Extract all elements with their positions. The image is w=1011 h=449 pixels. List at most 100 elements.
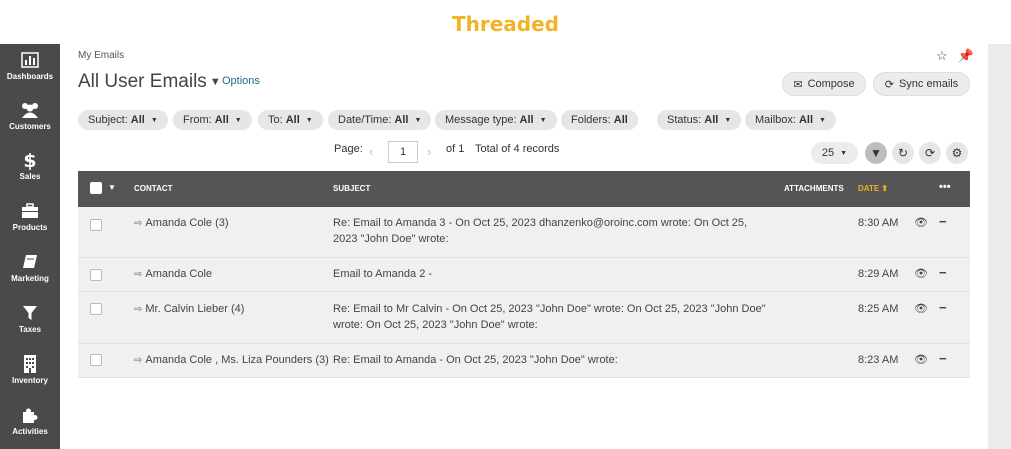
row-contact: ⇨ Amanda Cole (3) (134, 217, 229, 229)
filter-icon (23, 306, 37, 320)
refresh-icon: ↻ (897, 146, 909, 160)
row-time: 8:29 AM (858, 268, 899, 280)
refresh-button[interactable]: ↻ (892, 142, 914, 164)
eye-icon[interactable]: 👁 (914, 302, 928, 315)
row-subject: Re: Email to Mr Calvin - On Oct 25, 2023… (333, 303, 766, 331)
sidebar-item-label: Products (12, 223, 48, 232)
column-contact[interactable]: CONTACT (134, 184, 173, 193)
minus-icon[interactable]: − (939, 265, 947, 280)
filter-toggle-button[interactable]: ▼ (865, 142, 887, 164)
filter-folders[interactable]: Folders: All (561, 110, 638, 130)
per-page-select[interactable]: 25 ▼ (811, 142, 858, 164)
caret-down-icon: ▼ (150, 116, 158, 124)
row-checkbox[interactable] (90, 354, 102, 366)
filter-to[interactable]: To: All ▼ (258, 110, 323, 130)
sidebar-item-label: Inventory (11, 376, 48, 385)
more-options-icon[interactable]: ••• (939, 181, 951, 193)
sidebar-item-label: Sales (19, 172, 41, 181)
filter-status[interactable]: Status: All ▼ (657, 110, 742, 130)
row-contact: ⇨ Amanda Cole (134, 268, 213, 280)
sync-label: Sync emails (898, 78, 959, 90)
options-link[interactable]: Options (222, 75, 260, 87)
caret-down-icon: ▼ (819, 116, 826, 124)
row-checkbox[interactable] (90, 269, 102, 281)
caret-down-icon: ▼ (305, 116, 313, 124)
bar-chart-icon (21, 52, 39, 68)
row-subject: Re: Email to Amanda - On Oct 25, 2023 "J… (333, 354, 618, 366)
caret-down-icon: ▼ (414, 116, 422, 124)
header-title: Threaded (451, 12, 559, 36)
envelope-icon: ✉ (793, 78, 803, 91)
sort-arrow-icon: ⬆ (881, 184, 889, 193)
chevron-left-icon[interactable]: ‹ (369, 144, 373, 159)
page-title[interactable]: All User Emails ▼ (78, 71, 221, 93)
sync-icon: ⟳ (884, 78, 894, 91)
sidebar-item-label: Marketing (11, 274, 49, 283)
sync-emails-button[interactable]: ⟳ Sync emails (873, 72, 970, 96)
sidebar-item-customers[interactable]: Customers (0, 100, 60, 131)
breadcrumb[interactable]: My Emails (78, 50, 124, 61)
pin-icon[interactable]: 📌 (958, 48, 974, 63)
page-actions: ☆ 📌 (936, 48, 984, 64)
column-attachments[interactable]: ATTACHMENTS (784, 184, 844, 193)
sidebar-item-taxes[interactable]: Taxes (0, 303, 60, 334)
caret-down-icon: ▼ (724, 116, 732, 124)
caret-down-icon: ▼ (539, 116, 547, 124)
row-time: 8:23 AM (858, 354, 899, 366)
scroll-strip (988, 44, 1011, 449)
pager-label: Page: (334, 143, 363, 155)
sidebar-item-inventory[interactable]: Inventory (0, 354, 60, 385)
row-checkbox[interactable] (90, 303, 102, 315)
row-checkbox[interactable] (90, 219, 102, 231)
book-icon (23, 255, 37, 268)
table-row[interactable]: ⇨ Amanda Cole (3) Re: Email to Amanda 3 -… (78, 207, 970, 258)
puzzle-icon (23, 408, 38, 423)
minus-icon[interactable]: − (939, 351, 947, 366)
chevron-right-icon[interactable]: › (427, 144, 431, 159)
dollar-icon: $ (23, 150, 36, 170)
row-time: 8:30 AM (858, 217, 899, 229)
eye-icon[interactable]: 👁 (914, 353, 928, 366)
table-row[interactable]: ⇨ Amanda Cole Email to Amanda 2 - 8:29 AM… (78, 258, 970, 292)
column-subject[interactable]: SUBJECT (333, 184, 370, 193)
star-icon[interactable]: ☆ (936, 48, 948, 63)
eye-icon[interactable]: 👁 (914, 267, 928, 280)
sidebar-item-activities[interactable]: Activities (0, 405, 60, 436)
sidebar-item-products[interactable]: Products (0, 201, 60, 232)
page-number-input[interactable]: 1 (388, 141, 418, 163)
sidebar-item-marketing[interactable]: Marketing (0, 252, 60, 283)
table-row[interactable]: ⇨ Amanda Cole , Ms. Liza Pounders (3) Re:… (78, 344, 970, 378)
row-contact: ⇨ Amanda Cole , Ms. Liza Pounders (3) (134, 354, 329, 366)
sidebar-item-sales[interactable]: $ Sales (0, 150, 60, 181)
eye-icon[interactable]: 👁 (914, 216, 928, 229)
building-icon (24, 355, 36, 373)
page-title-text: All User Emails (78, 71, 207, 92)
sidebar-item-label: Activities (12, 427, 48, 436)
svg-text:$: $ (23, 150, 36, 170)
minus-icon[interactable]: − (939, 214, 947, 229)
caret-down-icon[interactable]: ▼ (108, 183, 116, 192)
filter-from[interactable]: From: All ▼ (173, 110, 252, 130)
filter-message-type[interactable]: Message type: All ▼ (435, 110, 557, 130)
row-contact: ⇨ Mr. Calvin Lieber (4) (134, 303, 245, 315)
reset-button[interactable]: ⟳ (919, 142, 941, 164)
select-all-checkbox[interactable] (90, 182, 102, 194)
filter-mailbox[interactable]: Mailbox: All ▼ (745, 110, 836, 130)
sync-icon: ⟳ (924, 146, 936, 160)
reply-icon: ⇨ (134, 355, 143, 366)
row-subject: Email to Amanda 2 - (333, 268, 433, 280)
gear-icon: ⚙ (951, 146, 963, 160)
sidebar-item-dashboards[interactable]: Dashboards (0, 50, 60, 81)
pager-of: of 1 (446, 143, 465, 155)
minus-icon[interactable]: − (939, 300, 947, 315)
grid-header: ▼ CONTACT SUBJECT ATTACHMENTS DATE ⬆ ••• (78, 171, 970, 207)
filter-datetime[interactable]: Date/Time: All ▼ (328, 110, 432, 130)
reply-icon: ⇨ (134, 269, 143, 280)
grid-settings-button[interactable]: ⚙ (946, 142, 968, 164)
column-date[interactable]: DATE ⬆ (858, 184, 888, 193)
table-row[interactable]: ⇨ Mr. Calvin Lieber (4) Re: Email to Mr C… (78, 292, 970, 344)
filter-subject[interactable]: Subject: All ▼ (78, 110, 168, 130)
sidebar: Dashboards Customers $ Sales Products Ma… (0, 44, 60, 449)
compose-button[interactable]: ✉ Compose (782, 72, 866, 96)
pager-total: Total of 4 records (475, 143, 560, 155)
